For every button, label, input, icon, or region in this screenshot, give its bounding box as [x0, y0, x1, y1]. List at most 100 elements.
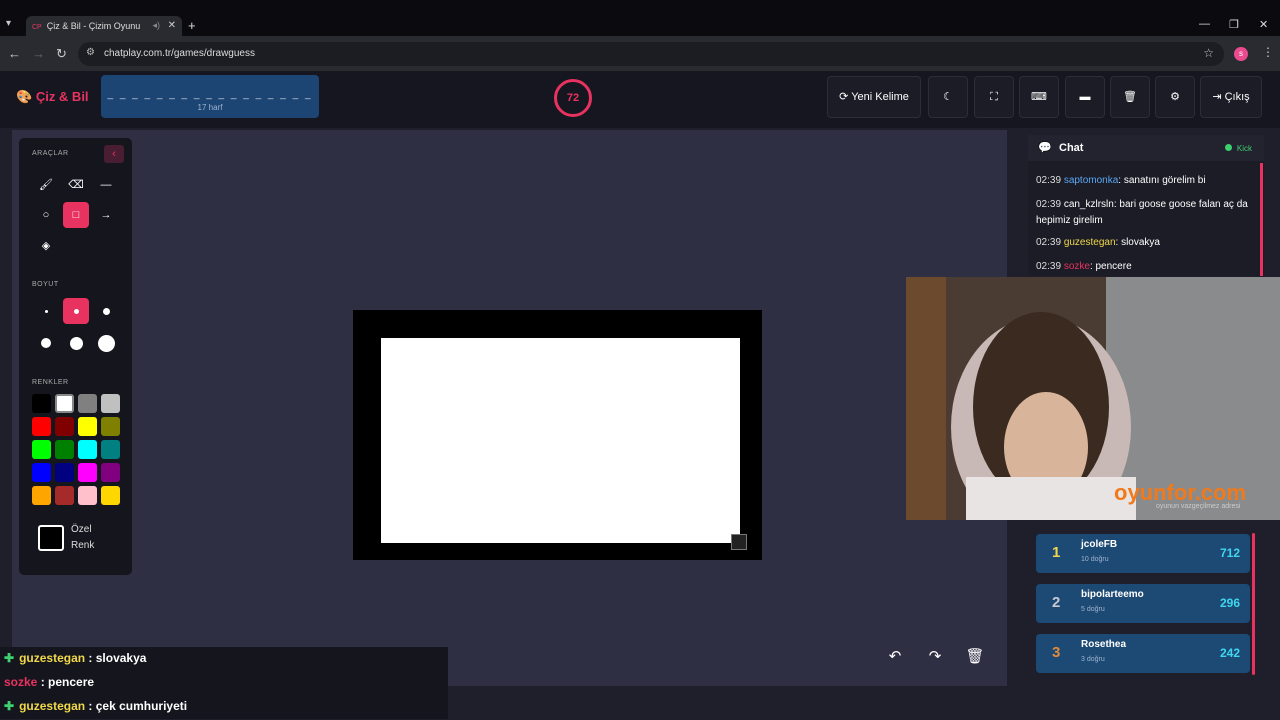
trash-icon: 🗑: [1123, 91, 1137, 103]
speaker-icon[interactable]: ◂): [152, 20, 160, 31]
color-swatch[interactable]: [101, 417, 120, 436]
keyboard-button[interactable]: ⌨: [1019, 76, 1059, 118]
plus-icon: ✚: [4, 651, 15, 665]
sign-out-icon: ⇥: [1212, 91, 1225, 103]
chat-time: 02:39: [1036, 199, 1062, 210]
chat-username[interactable]: sozke: [1064, 261, 1090, 272]
color-swatch[interactable]: [78, 486, 97, 505]
browser-menu-icon[interactable]: ⋮: [1262, 45, 1274, 59]
chat-message: 02:39 can_kzlrsln: bari goose goose fala…: [1036, 197, 1256, 229]
plus-icon: ✚: [4, 699, 15, 713]
color-swatch[interactable]: [55, 486, 74, 505]
window-close-icon[interactable]: ✕: [1259, 18, 1268, 31]
refresh-icon: ⟳: [839, 91, 852, 103]
overlay-chat-line: sozke : pencere: [0, 671, 448, 695]
restore-icon[interactable]: ❐: [1229, 18, 1239, 31]
archive-button[interactable]: ▬: [1065, 76, 1105, 118]
chat-message: 02:39 sozke: pencere: [1036, 259, 1256, 275]
chat-message: 02:39 guzestegan: slovakya: [1036, 235, 1256, 251]
size-dot: [73, 308, 79, 314]
circle-icon: ○: [42, 209, 50, 221]
circle-tool[interactable]: ○: [33, 202, 59, 228]
letter-count: 17 harf: [197, 103, 223, 112]
clear-canvas-button[interactable]: 🗑: [962, 644, 988, 670]
expand-icon: ⛶: [990, 91, 998, 103]
color-swatch[interactable]: [32, 417, 51, 436]
bookmark-star-icon[interactable]: ☆: [1203, 46, 1214, 60]
browser-tab[interactable]: CP Çiz & Bil - Çizim Oyunu ◂) ✕: [26, 16, 182, 36]
brush-tool[interactable]: 🖌: [33, 172, 59, 198]
resize-handle-icon[interactable]: [731, 534, 747, 550]
settings-button[interactable]: ⚙: [1155, 76, 1195, 118]
new-tab-icon[interactable]: +: [188, 18, 196, 33]
drawing-canvas[interactable]: [353, 310, 762, 560]
color-swatch[interactable]: [78, 417, 97, 436]
color-swatch[interactable]: [55, 440, 74, 459]
tab-close-icon[interactable]: ✕: [168, 20, 176, 31]
redo-button[interactable]: ↷: [922, 644, 948, 670]
eraser-tool[interactable]: ⌫: [63, 172, 89, 198]
undo-button[interactable]: ↶: [882, 644, 908, 670]
color-swatch[interactable]: [32, 440, 51, 459]
color-swatch[interactable]: [101, 440, 120, 459]
reload-icon[interactable]: ↻: [56, 46, 67, 62]
line-tool[interactable]: —: [93, 172, 119, 198]
custom-color-swatch[interactable]: [38, 525, 64, 551]
collapse-panel-button[interactable]: ‹: [104, 145, 124, 163]
rectangle-tool[interactable]: □: [63, 202, 89, 228]
color-swatch[interactable]: [78, 394, 97, 413]
leaderboard-rank: 2: [1052, 594, 1061, 611]
site-info-icon[interactable]: ⚙: [86, 47, 95, 58]
size-6[interactable]: [93, 330, 119, 356]
chat-header: 💬 Chat Kick: [1028, 135, 1264, 161]
size-3[interactable]: [93, 298, 119, 324]
color-swatch[interactable]: [78, 440, 97, 459]
forward-icon[interactable]: →: [32, 46, 45, 61]
color-swatch[interactable]: [55, 417, 74, 436]
platform-label: Kick: [1236, 144, 1252, 153]
chevron-left-icon: ‹: [112, 148, 116, 160]
tab-search-icon[interactable]: ▾: [6, 18, 20, 32]
color-swatch[interactable]: [101, 486, 120, 505]
brush-icon: 🖌: [39, 179, 53, 191]
chat-username[interactable]: guzestegan: [1064, 237, 1116, 248]
theme-toggle-button[interactable]: ☾: [928, 76, 968, 118]
color-swatch[interactable]: [101, 394, 120, 413]
fullscreen-button[interactable]: ⛶: [974, 76, 1014, 118]
custom-color-label: Özel Renk: [71, 524, 95, 551]
address-bar[interactable]: ⚙ chatplay.com.tr/games/drawguess ☆: [78, 42, 1224, 66]
profile-avatar[interactable]: s: [1234, 47, 1248, 61]
trash-icon: 🗑: [965, 648, 985, 665]
chat-scrollbar[interactable]: [1260, 163, 1263, 276]
back-icon[interactable]: ←: [8, 46, 21, 61]
chat-username[interactable]: can_kzlrsln: [1064, 199, 1114, 210]
new-word-button[interactable]: ⟳ Yeni Kelime: [827, 76, 921, 118]
overlay-chat-line: ✚ guzestegan : slovakya: [0, 647, 448, 671]
chat-username[interactable]: saptomonka: [1064, 175, 1118, 186]
screen: ▾ CP Çiz & Bil - Çizim Oyunu ◂) ✕ + — ❐ ✕…: [0, 0, 1280, 720]
undo-icon: ↶: [888, 648, 902, 665]
size-1[interactable]: [33, 298, 59, 324]
arrow-tool[interactable]: →: [93, 202, 119, 228]
chat-time: 02:39: [1036, 261, 1062, 272]
favicon-icon: CP: [32, 24, 42, 31]
fill-tool[interactable]: ◈: [33, 233, 59, 259]
color-swatch[interactable]: [101, 463, 120, 482]
size-4[interactable]: [33, 330, 59, 356]
delete-button[interactable]: 🗑: [1110, 76, 1150, 118]
redo-icon: ↷: [928, 648, 942, 665]
minimize-icon[interactable]: —: [1199, 18, 1210, 30]
size-2[interactable]: [63, 298, 89, 324]
leaderboard-rank: 3: [1052, 644, 1061, 661]
color-swatch[interactable]: [55, 463, 74, 482]
leaderboard-correct-count: 10 doğru: [1081, 556, 1109, 563]
color-swatch[interactable]: [32, 394, 51, 413]
leaderboard-scrollbar[interactable]: [1252, 533, 1255, 675]
color-swatch[interactable]: [78, 463, 97, 482]
line-icon: —: [100, 179, 112, 191]
size-5[interactable]: [63, 330, 89, 356]
exit-button[interactable]: ⇥ Çıkış: [1200, 76, 1262, 118]
color-swatch[interactable]: [32, 486, 51, 505]
color-swatch[interactable]: [55, 394, 74, 413]
color-swatch[interactable]: [32, 463, 51, 482]
